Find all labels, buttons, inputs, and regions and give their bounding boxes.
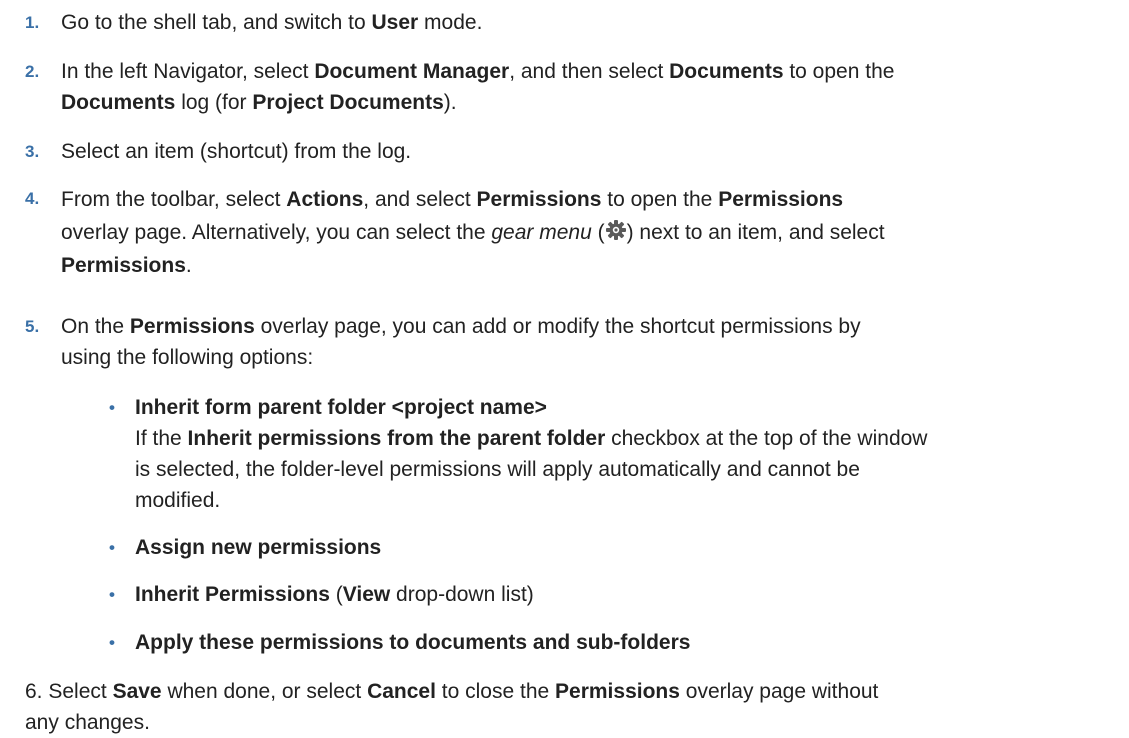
step-6: 6. Select Save when done, or select Canc…	[25, 680, 879, 734]
step-number: 5.	[25, 317, 40, 336]
step-text: Select an item (shortcut) from the log.	[61, 140, 412, 163]
step-number: 2.	[25, 62, 40, 81]
step-text: On the Permissions overlay page, you can…	[61, 315, 861, 369]
option-text: Assign new permissions	[135, 536, 382, 559]
option-text: Inherit Permissions (View drop-down list…	[135, 583, 534, 606]
option-text: Inherit form parent folder <project name…	[135, 396, 928, 512]
step-number: 1.	[25, 13, 40, 32]
option-text: Apply these permissions to documents and…	[135, 631, 691, 654]
document-body: 1. Go to the shell tab, and switch to Us…	[0, 0, 1129, 734]
bullet: •	[109, 398, 115, 417]
bullet: •	[109, 585, 115, 604]
step-text: From the toolbar, select Actions, and se…	[61, 188, 885, 277]
gear-icon	[605, 218, 627, 240]
step-number: 3.	[25, 142, 40, 161]
bullet: •	[109, 538, 115, 557]
step-number: 4.	[25, 189, 40, 208]
step-text: In the left Navigator, select Document M…	[61, 60, 895, 114]
bullet: •	[109, 633, 115, 652]
step-text: Go to the shell tab, and switch to User …	[61, 11, 483, 34]
